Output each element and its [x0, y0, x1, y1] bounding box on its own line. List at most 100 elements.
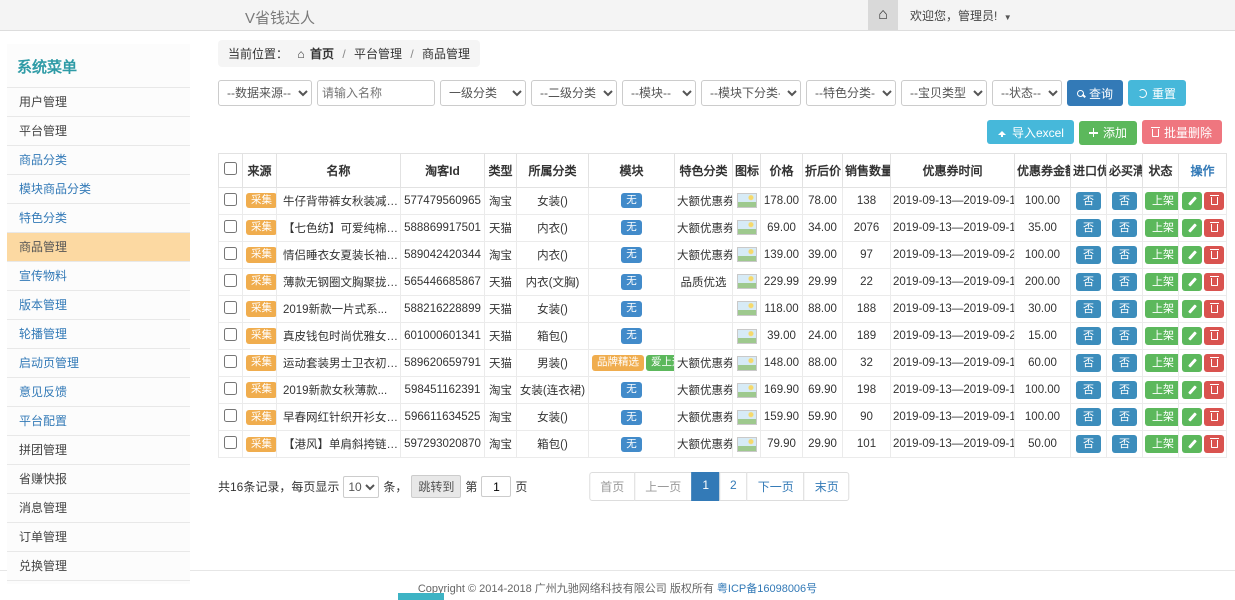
delete-button[interactable]	[1204, 327, 1224, 345]
import-select-toggle[interactable]: 否	[1076, 354, 1101, 372]
must-buy-toggle[interactable]: 否	[1112, 354, 1137, 372]
sidebar-item[interactable]: 意见反馈	[7, 378, 190, 407]
edit-button[interactable]	[1182, 219, 1202, 237]
sidebar-item[interactable]: 模块商品分类	[7, 175, 190, 204]
data-source-select[interactable]: --数据来源--	[218, 80, 312, 106]
status-button[interactable]: 上架	[1145, 381, 1179, 399]
sidebar-item[interactable]	[7, 581, 190, 584]
delete-button[interactable]	[1204, 192, 1224, 210]
edit-button[interactable]	[1182, 435, 1202, 453]
level2-category-select[interactable]: --二级分类--	[531, 80, 617, 106]
edit-button[interactable]	[1182, 192, 1202, 210]
edit-button[interactable]	[1182, 273, 1202, 291]
status-button[interactable]: 上架	[1145, 246, 1179, 264]
import-select-toggle[interactable]: 否	[1076, 273, 1101, 291]
sidebar-item[interactable]: 消息管理	[7, 494, 190, 523]
module-select[interactable]: --模块--	[622, 80, 696, 106]
jump-button[interactable]: 跳转到	[411, 475, 461, 498]
status-select[interactable]: --状态--	[992, 80, 1062, 106]
edit-button[interactable]	[1182, 300, 1202, 318]
home-button[interactable]: ⌂	[868, 0, 898, 30]
row-checkbox[interactable]	[224, 328, 237, 341]
edit-button[interactable]	[1182, 381, 1202, 399]
sidebar-item[interactable]: 宣传物料	[7, 262, 190, 291]
pager-page-2[interactable]: 2	[719, 472, 748, 501]
sidebar-item[interactable]: 轮播管理	[7, 320, 190, 349]
edit-button[interactable]	[1182, 354, 1202, 372]
sidebar-item[interactable]: 兑换管理	[7, 552, 190, 581]
breadcrumb-home-link[interactable]: 首页	[310, 47, 334, 61]
pager-prev[interactable]: 上一页	[634, 472, 692, 501]
import-select-toggle[interactable]: 否	[1076, 435, 1101, 453]
level1-category-select[interactable]: 一级分类	[440, 80, 526, 106]
delete-button[interactable]	[1204, 219, 1224, 237]
sidebar-item[interactable]: 商品分类	[7, 146, 190, 175]
delete-button[interactable]	[1204, 246, 1224, 264]
row-checkbox[interactable]	[224, 436, 237, 449]
select-all-checkbox[interactable]	[224, 162, 237, 175]
icp-link[interactable]: 粤ICP备16098006号	[717, 583, 817, 595]
feature-category-select[interactable]: --特色分类--	[806, 80, 896, 106]
delete-button[interactable]	[1204, 408, 1224, 426]
import-excel-button[interactable]: 导入excel	[987, 120, 1074, 144]
sidebar-item[interactable]: 订单管理	[7, 523, 190, 552]
status-button[interactable]: 上架	[1145, 354, 1179, 372]
pager-page-1[interactable]: 1	[691, 472, 720, 501]
must-buy-toggle[interactable]: 否	[1112, 192, 1137, 210]
import-select-toggle[interactable]: 否	[1076, 192, 1101, 210]
import-select-toggle[interactable]: 否	[1076, 300, 1101, 318]
import-select-toggle[interactable]: 否	[1076, 381, 1101, 399]
must-buy-toggle[interactable]: 否	[1112, 219, 1137, 237]
must-buy-toggle[interactable]: 否	[1112, 273, 1137, 291]
pager-last[interactable]: 末页	[804, 472, 850, 501]
import-select-toggle[interactable]: 否	[1076, 327, 1101, 345]
sidebar-item[interactable]: 特色分类	[7, 204, 190, 233]
add-button[interactable]: 添加	[1079, 121, 1137, 145]
import-select-toggle[interactable]: 否	[1076, 219, 1101, 237]
import-select-toggle[interactable]: 否	[1076, 246, 1101, 264]
module-subcategory-select[interactable]: --模块下分类--	[701, 80, 801, 106]
must-buy-toggle[interactable]: 否	[1112, 408, 1137, 426]
must-buy-toggle[interactable]: 否	[1112, 246, 1137, 264]
batch-delete-button[interactable]: 批量删除	[1142, 120, 1222, 144]
edit-button[interactable]	[1182, 327, 1202, 345]
status-button[interactable]: 上架	[1145, 219, 1179, 237]
sidebar-item[interactable]: 平台配置	[7, 407, 190, 436]
status-button[interactable]: 上架	[1145, 327, 1179, 345]
status-button[interactable]: 上架	[1145, 435, 1179, 453]
row-checkbox[interactable]	[224, 193, 237, 206]
reset-button[interactable]: 重置	[1128, 80, 1186, 106]
edit-button[interactable]	[1182, 408, 1202, 426]
user-menu[interactable]: 欢迎您，管理员! ▼	[910, 7, 1012, 24]
sidebar-item[interactable]: 平台管理	[7, 117, 190, 146]
row-checkbox[interactable]	[224, 274, 237, 287]
edit-button[interactable]	[1182, 246, 1202, 264]
sidebar-item[interactable]: 用户管理	[7, 88, 190, 117]
search-button[interactable]: 查询	[1067, 80, 1123, 106]
sidebar-item[interactable]: 商品管理	[7, 233, 190, 262]
must-buy-toggle[interactable]: 否	[1112, 435, 1137, 453]
status-button[interactable]: 上架	[1145, 192, 1179, 210]
row-checkbox[interactable]	[224, 301, 237, 314]
status-button[interactable]: 上架	[1145, 273, 1179, 291]
item-type-select[interactable]: --宝贝类型--	[901, 80, 987, 106]
pager-first[interactable]: 首页	[589, 472, 635, 501]
row-checkbox[interactable]	[224, 382, 237, 395]
delete-button[interactable]	[1204, 435, 1224, 453]
row-checkbox[interactable]	[224, 355, 237, 368]
status-button[interactable]: 上架	[1145, 408, 1179, 426]
row-checkbox[interactable]	[224, 220, 237, 233]
sidebar-item[interactable]: 省赚快报	[7, 465, 190, 494]
sidebar-item[interactable]: 版本管理	[7, 291, 190, 320]
pager-next[interactable]: 下一页	[747, 472, 805, 501]
row-checkbox[interactable]	[224, 247, 237, 260]
row-checkbox[interactable]	[224, 409, 237, 422]
delete-button[interactable]	[1204, 300, 1224, 318]
name-search-input[interactable]	[317, 80, 435, 106]
delete-button[interactable]	[1204, 381, 1224, 399]
sidebar-item[interactable]: 启动页管理	[7, 349, 190, 378]
delete-button[interactable]	[1204, 273, 1224, 291]
status-button[interactable]: 上架	[1145, 300, 1179, 318]
page-size-select[interactable]: 10	[343, 476, 379, 498]
sidebar-item[interactable]: 拼团管理	[7, 436, 190, 465]
